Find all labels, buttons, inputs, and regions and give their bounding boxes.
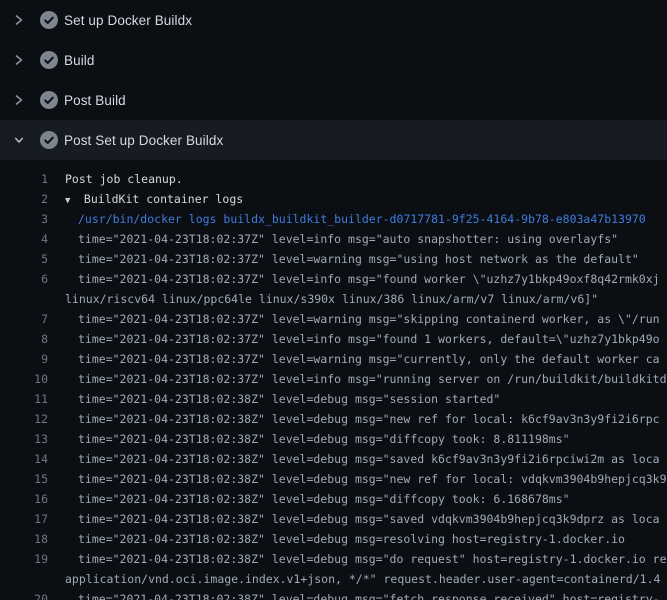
- log-line-text: time="2021-04-23T18:02:37Z" level=info m…: [48, 369, 667, 389]
- log-line-text: time="2021-04-23T18:02:37Z" level=info m…: [48, 229, 667, 249]
- log-line: 20 time="2021-04-23T18:02:38Z" level=deb…: [0, 589, 667, 600]
- log-line-text: ▼ BuildKit container logs: [48, 189, 667, 209]
- log-line-number[interactable]: 17: [0, 509, 48, 529]
- log-line-text: time="2021-04-23T18:02:38Z" level=debug …: [48, 469, 667, 489]
- step-row-build[interactable]: Build: [0, 40, 667, 80]
- log-line: 15 time="2021-04-23T18:02:38Z" level=deb…: [0, 469, 667, 489]
- step-row-post-build[interactable]: Post Build: [0, 80, 667, 120]
- log-line: application/vnd.oci.image.index.v1+json,…: [0, 569, 667, 589]
- log-line: 19 time="2021-04-23T18:02:38Z" level=deb…: [0, 549, 667, 569]
- log-line-text: time="2021-04-23T18:02:38Z" level=debug …: [48, 449, 667, 469]
- log-output-panel: 1 Post job cleanup. 2 ▼ BuildKit contain…: [0, 160, 667, 600]
- log-line-number[interactable]: 4: [0, 229, 48, 249]
- log-line-number[interactable]: 8: [0, 329, 48, 349]
- log-line: 7 time="2021-04-23T18:02:37Z" level=warn…: [0, 309, 667, 329]
- log-line: 3 /usr/bin/docker logs buildx_buildkit_b…: [0, 209, 667, 229]
- log-line-number[interactable]: 5: [0, 249, 48, 269]
- check-circle-icon: [40, 11, 58, 29]
- log-line-number[interactable]: 7: [0, 309, 48, 329]
- log-line: 8 time="2021-04-23T18:02:37Z" level=info…: [0, 329, 667, 349]
- log-line-text: time="2021-04-23T18:02:38Z" level=debug …: [48, 589, 667, 600]
- log-line-number[interactable]: 20: [0, 589, 48, 600]
- log-line: 17 time="2021-04-23T18:02:38Z" level=deb…: [0, 509, 667, 529]
- log-line-text: linux/riscv64 linux/ppc64le linux/s390x …: [48, 289, 667, 309]
- log-line: 13 time="2021-04-23T18:02:38Z" level=deb…: [0, 429, 667, 449]
- log-line-number: [0, 289, 48, 309]
- step-row-post-set-up-docker-buildx[interactable]: Post Set up Docker Buildx: [0, 120, 667, 160]
- log-line-text: time="2021-04-23T18:02:38Z" level=debug …: [48, 549, 667, 569]
- log-line: 2 ▼ BuildKit container logs: [0, 189, 667, 209]
- log-line-text: Post job cleanup.: [48, 169, 667, 189]
- log-line-number[interactable]: 13: [0, 429, 48, 449]
- log-line-number[interactable]: 2: [0, 189, 48, 209]
- log-line-number[interactable]: 14: [0, 449, 48, 469]
- log-line: linux/riscv64 linux/ppc64le linux/s390x …: [0, 289, 667, 309]
- chevron-right-icon: [14, 52, 24, 68]
- log-line-text: time="2021-04-23T18:02:38Z" level=debug …: [48, 389, 667, 409]
- log-line: 16 time="2021-04-23T18:02:38Z" level=deb…: [0, 489, 667, 509]
- step-label: Set up Docker Buildx: [64, 13, 192, 28]
- log-line-number[interactable]: 9: [0, 349, 48, 369]
- log-line: 5 time="2021-04-23T18:02:37Z" level=warn…: [0, 249, 667, 269]
- log-line: 9 time="2021-04-23T18:02:37Z" level=warn…: [0, 349, 667, 369]
- check-circle-icon: [40, 91, 58, 109]
- group-label[interactable]: BuildKit container logs: [77, 192, 243, 206]
- log-line-number[interactable]: 12: [0, 409, 48, 429]
- log-line-text: time="2021-04-23T18:02:37Z" level=info m…: [48, 269, 667, 289]
- log-line-text: time="2021-04-23T18:02:37Z" level=warnin…: [48, 349, 667, 369]
- log-line: 6 time="2021-04-23T18:02:37Z" level=info…: [0, 269, 667, 289]
- log-line-text: time="2021-04-23T18:02:38Z" level=debug …: [48, 409, 667, 429]
- log-line: 18 time="2021-04-23T18:02:38Z" level=deb…: [0, 529, 667, 549]
- check-circle-icon: [40, 131, 58, 149]
- log-line-number[interactable]: 6: [0, 269, 48, 289]
- log-line-number: [0, 569, 48, 589]
- step-row-set-up-docker-buildx[interactable]: Set up Docker Buildx: [0, 0, 667, 40]
- log-line: 1 Post job cleanup.: [0, 169, 667, 189]
- chevron-right-icon: [14, 92, 24, 108]
- log-line-text: time="2021-04-23T18:02:38Z" level=debug …: [48, 509, 667, 529]
- step-label: Post Build: [64, 93, 126, 108]
- log-line-number[interactable]: 16: [0, 489, 48, 509]
- log-line-text: time="2021-04-23T18:02:37Z" level=warnin…: [48, 309, 667, 329]
- chevron-right-icon: [14, 12, 24, 28]
- step-label: Post Set up Docker Buildx: [64, 133, 223, 148]
- log-line-text: application/vnd.oci.image.index.v1+json,…: [48, 569, 667, 589]
- log-line-number[interactable]: 19: [0, 549, 48, 569]
- log-line-number[interactable]: 3: [0, 209, 48, 229]
- workflow-log-viewer: Set up Docker Buildx Build Post Build: [0, 0, 667, 600]
- log-line-number[interactable]: 1: [0, 169, 48, 189]
- steps-list: Set up Docker Buildx Build Post Build: [0, 0, 667, 160]
- log-line: 14 time="2021-04-23T18:02:38Z" level=deb…: [0, 449, 667, 469]
- log-line-text: time="2021-04-23T18:02:38Z" level=debug …: [48, 429, 667, 449]
- log-line-number[interactable]: 11: [0, 389, 48, 409]
- log-line: 4 time="2021-04-23T18:02:37Z" level=info…: [0, 229, 667, 249]
- step-label: Build: [64, 53, 95, 68]
- group-toggle-icon[interactable]: ▼: [65, 191, 77, 209]
- log-line-text: time="2021-04-23T18:02:38Z" level=debug …: [48, 529, 667, 549]
- chevron-down-icon: [14, 132, 24, 148]
- log-line: 10 time="2021-04-23T18:02:37Z" level=inf…: [0, 369, 667, 389]
- log-line: 11 time="2021-04-23T18:02:38Z" level=deb…: [0, 389, 667, 409]
- log-line: 12 time="2021-04-23T18:02:38Z" level=deb…: [0, 409, 667, 429]
- log-line-text: time="2021-04-23T18:02:37Z" level=warnin…: [48, 249, 667, 269]
- log-line-text: time="2021-04-23T18:02:37Z" level=info m…: [48, 329, 667, 349]
- log-line-text: time="2021-04-23T18:02:38Z" level=debug …: [48, 489, 667, 509]
- log-line-number[interactable]: 15: [0, 469, 48, 489]
- check-circle-icon: [40, 51, 58, 69]
- log-line-number[interactable]: 10: [0, 369, 48, 389]
- log-line-number[interactable]: 18: [0, 529, 48, 549]
- log-line-text: /usr/bin/docker logs buildx_buildkit_bui…: [48, 209, 667, 229]
